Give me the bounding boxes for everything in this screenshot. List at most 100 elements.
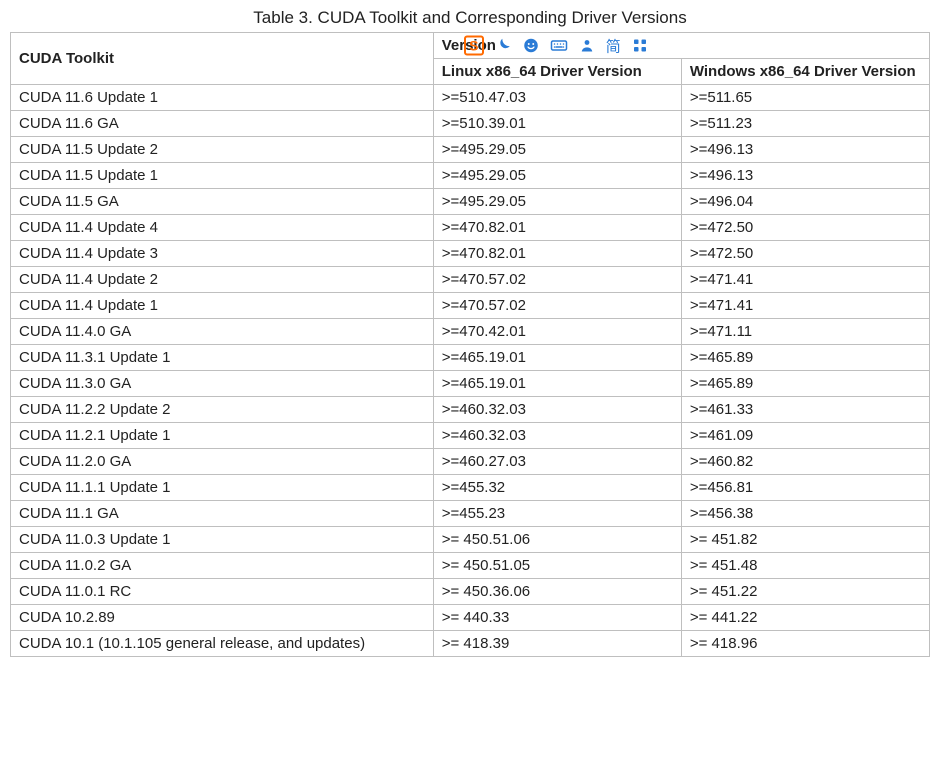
cell-cuda: CUDA 11.6 GA [11,111,434,137]
cell-linux: >=465.19.01 [433,345,681,371]
cell-linux: >=470.42.01 [433,319,681,345]
cell-cuda: CUDA 11.0.1 RC [11,579,434,605]
table-row: CUDA 11.1.1 Update 1>=455.32>=456.81 [11,475,930,501]
table-row: CUDA 11.4.0 GA>=470.42.01>=471.11 [11,319,930,345]
table-row: CUDA 11.4 Update 2>=470.57.02>=471.41 [11,267,930,293]
table-row: CUDA 10.1 (10.1.105 general release, and… [11,631,930,657]
cell-cuda: CUDA 11.4.0 GA [11,319,434,345]
cell-linux: >= 450.51.05 [433,553,681,579]
cell-windows: >= 441.22 [681,605,929,631]
cell-linux: >=455.23 [433,501,681,527]
table-row: CUDA 11.4 Update 4>=470.82.01>=472.50 [11,215,930,241]
cell-windows: >=465.89 [681,345,929,371]
table-row: CUDA 11.3.0 GA>=465.19.01>=465.89 [11,371,930,397]
cell-cuda: CUDA 11.2.1 Update 1 [11,423,434,449]
document-page: Table 3. CUDA Toolkit and Corresponding … [0,0,940,667]
table-row: CUDA 11.6 GA>=510.39.01>=511.23 [11,111,930,137]
sogou-logo-icon: S [464,36,484,56]
cell-cuda: CUDA 11.4 Update 3 [11,241,434,267]
cell-windows: >=465.89 [681,371,929,397]
cell-linux: >=510.39.01 [433,111,681,137]
cell-linux: >=470.82.01 [433,241,681,267]
table-row: CUDA 11.5 Update 1>=495.29.05>=496.13 [11,163,930,189]
cell-linux: >=495.29.05 [433,137,681,163]
cell-cuda: CUDA 11.2.0 GA [11,449,434,475]
th-toolkit-driver-version: S 简 [433,33,929,59]
cell-windows: >=471.11 [681,319,929,345]
table-row: CUDA 11.6 Update 1>=510.47.03>=511.65 [11,85,930,111]
smiley-icon [522,37,540,55]
cell-linux: >=495.29.05 [433,189,681,215]
header-row-1: CUDA Toolkit S [11,33,930,59]
table-row: CUDA 11.0.2 GA>= 450.51.05>= 451.48 [11,553,930,579]
cell-cuda: CUDA 11.6 Update 1 [11,85,434,111]
table-row: CUDA 11.4 Update 1>=470.57.02>=471.41 [11,293,930,319]
table-row: CUDA 11.3.1 Update 1>=465.19.01>=465.89 [11,345,930,371]
cell-cuda: CUDA 11.0.3 Update 1 [11,527,434,553]
th-windows-driver: Windows x86_64 Driver Version [681,59,929,85]
cell-linux: >= 418.39 [433,631,681,657]
cell-cuda: CUDA 11.3.0 GA [11,371,434,397]
table-caption: Table 3. CUDA Toolkit and Corresponding … [10,8,930,28]
cell-windows: >=472.50 [681,241,929,267]
cell-linux: >=470.57.02 [433,293,681,319]
cell-windows: >=461.09 [681,423,929,449]
cell-windows: >=456.81 [681,475,929,501]
ime-simplified-label: 简 [606,35,621,56]
cell-cuda: CUDA 11.0.2 GA [11,553,434,579]
cell-linux: >=460.32.03 [433,423,681,449]
cell-cuda: CUDA 11.5 GA [11,189,434,215]
table-row: CUDA 11.0.3 Update 1>= 450.51.06>= 451.8… [11,527,930,553]
cell-windows: >=471.41 [681,267,929,293]
table-row: CUDA 11.5 GA>=495.29.05>=496.04 [11,189,930,215]
cell-windows: >=496.13 [681,163,929,189]
table-row: CUDA 11.2.1 Update 1>=460.32.03>=461.09 [11,423,930,449]
cell-linux: >= 440.33 [433,605,681,631]
table-row: CUDA 11.0.1 RC>= 450.36.06>= 451.22 [11,579,930,605]
keyboard-icon [550,37,568,55]
ime-toolbar: S 简 [464,35,649,56]
cell-linux: >=470.82.01 [433,215,681,241]
cell-cuda: CUDA 11.2.2 Update 2 [11,397,434,423]
table-body: CUDA 11.6 Update 1>=510.47.03>=511.65CUD… [11,85,930,657]
table-row: CUDA 11.4 Update 3>=470.82.01>=472.50 [11,241,930,267]
cell-windows: >=511.23 [681,111,929,137]
table-row: CUDA 11.2.0 GA>=460.27.03>=460.82 [11,449,930,475]
cell-windows: >=472.50 [681,215,929,241]
cell-linux: >=495.29.05 [433,163,681,189]
cell-linux: >=460.32.03 [433,397,681,423]
cell-cuda: CUDA 11.4 Update 4 [11,215,434,241]
cell-windows: >= 451.22 [681,579,929,605]
table-row: CUDA 11.1 GA>=455.23>=456.38 [11,501,930,527]
table-row: CUDA 11.2.2 Update 2>=460.32.03>=461.33 [11,397,930,423]
th-linux-driver: Linux x86_64 Driver Version [433,59,681,85]
cell-linux: >=470.57.02 [433,267,681,293]
cell-cuda: CUDA 11.3.1 Update 1 [11,345,434,371]
cell-cuda: CUDA 10.2.89 [11,605,434,631]
cell-linux: >=510.47.03 [433,85,681,111]
cell-windows: >=511.65 [681,85,929,111]
cell-windows: >=471.41 [681,293,929,319]
cell-windows: >=461.33 [681,397,929,423]
cell-cuda: CUDA 11.1 GA [11,501,434,527]
cell-cuda: CUDA 11.5 Update 1 [11,163,434,189]
cell-windows: >=496.04 [681,189,929,215]
cell-linux: >= 450.36.06 [433,579,681,605]
person-icon [578,37,596,55]
cell-cuda: CUDA 11.4 Update 2 [11,267,434,293]
grid-icon [631,37,649,55]
cell-cuda: CUDA 11.5 Update 2 [11,137,434,163]
cell-windows: >=460.82 [681,449,929,475]
cell-linux: >=455.32 [433,475,681,501]
cell-linux: >=465.19.01 [433,371,681,397]
cell-linux: >=460.27.03 [433,449,681,475]
cell-windows: >=496.13 [681,137,929,163]
cell-windows: >= 418.96 [681,631,929,657]
cell-cuda: CUDA 11.1.1 Update 1 [11,475,434,501]
cell-windows: >= 451.48 [681,553,929,579]
cell-linux: >= 450.51.06 [433,527,681,553]
cell-cuda: CUDA 11.4 Update 1 [11,293,434,319]
cell-cuda: CUDA 10.1 (10.1.105 general release, and… [11,631,434,657]
cuda-driver-table: CUDA Toolkit S [10,32,930,657]
table-row: CUDA 11.5 Update 2>=495.29.05>=496.13 [11,137,930,163]
